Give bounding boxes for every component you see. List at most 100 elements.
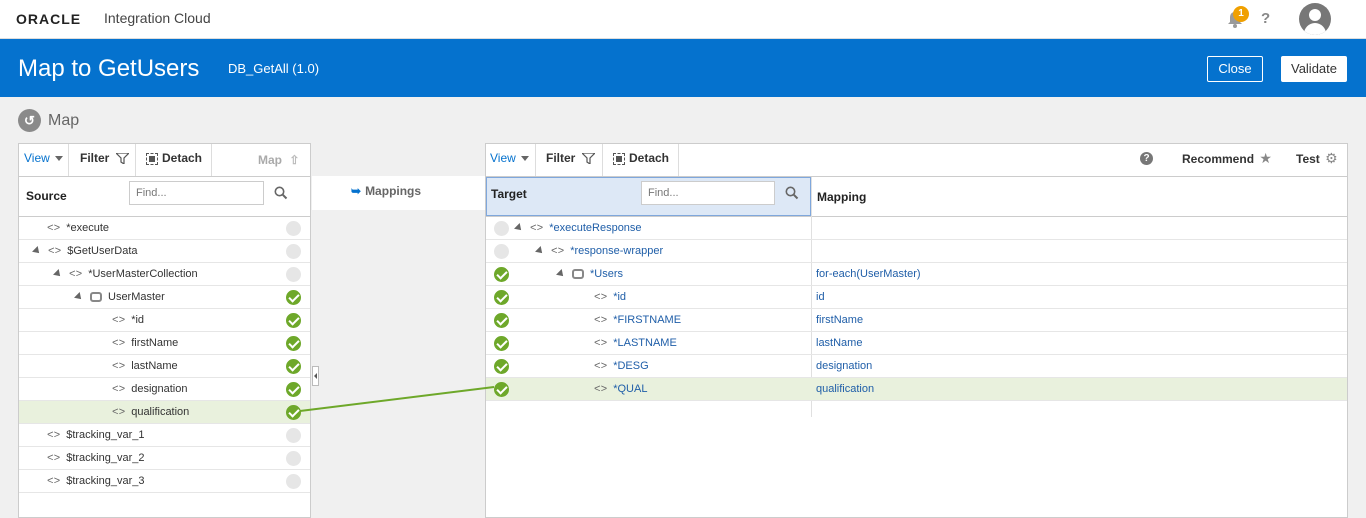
target-detach-button[interactable]: Detach (603, 144, 679, 176)
tree-row[interactable]: <> $tracking_var_1 (19, 424, 310, 447)
chevron-down-icon (54, 156, 63, 162)
tree-row[interactable]: <> $tracking_var_2 (19, 447, 310, 470)
expand-triangle-icon[interactable] (514, 223, 524, 234)
source-find-input[interactable]: Find... (129, 181, 264, 205)
mappings-icon: ➥ (351, 184, 362, 198)
source-detach-button[interactable]: Detach (136, 144, 212, 176)
source-view-menu[interactable]: View (19, 144, 69, 176)
mapping-expression[interactable]: designation (816, 360, 872, 372)
tree-row[interactable]: <> $GetUserData (19, 240, 310, 263)
tree-row[interactable]: <> designation (19, 378, 310, 401)
mapping-expression[interactable]: id (816, 291, 825, 303)
tree-node: <> designation (112, 383, 188, 396)
recommend-button[interactable]: Recommend ★ (1182, 144, 1272, 176)
source-filter-button[interactable]: Filter (69, 144, 136, 176)
help-circle-icon[interactable]: ? (1140, 152, 1153, 165)
expand-triangle-icon[interactable] (53, 269, 63, 280)
check-icon (286, 290, 301, 305)
source-panel: View Filter Detach Map ⇧ Source Find... … (18, 143, 311, 518)
mapping-expression[interactable]: qualification (816, 383, 874, 395)
tree-row[interactable]: <> *DESG designation (486, 355, 1347, 378)
status-indicator (286, 221, 301, 236)
page-title: Map to GetUsers (18, 55, 200, 82)
mapping-expression[interactable]: firstName (816, 314, 863, 326)
tree-row-selected[interactable]: <> *QUAL qualification (486, 378, 1347, 401)
tree-row-selected[interactable]: <> qualification (19, 401, 310, 424)
status-indicator (286, 267, 301, 282)
element-icon: <> (551, 246, 565, 258)
test-label: Test (1296, 152, 1320, 166)
status-indicator (286, 244, 301, 259)
view-label: View (490, 151, 516, 165)
close-button[interactable]: Close (1207, 56, 1263, 82)
tree-node: <> qualification (112, 406, 190, 419)
expand-triangle-icon[interactable] (32, 246, 42, 257)
tree-row[interactable]: *Users for-each(UserMaster) (486, 263, 1347, 286)
tree-row[interactable]: <> *executeResponse (486, 217, 1347, 240)
status-indicator (494, 244, 509, 259)
element-icon: <> (69, 269, 83, 281)
tree-row[interactable]: <> *UserMasterCollection (19, 263, 310, 286)
detach-label: Detach (162, 151, 203, 165)
tree-row[interactable]: <> *response-wrapper (486, 240, 1347, 263)
element-icon: <> (112, 384, 126, 396)
check-icon (286, 336, 301, 351)
element-icon: <> (47, 223, 61, 235)
element-icon: <> (594, 384, 608, 396)
detach-icon (146, 152, 158, 165)
check-icon (494, 290, 509, 305)
user-avatar[interactable] (1299, 3, 1331, 35)
status-indicator (286, 451, 301, 466)
tree-node: <> *execute (47, 222, 110, 235)
search-icon[interactable] (785, 186, 799, 200)
validate-button[interactable]: Validate (1281, 56, 1347, 82)
collapse-splitter[interactable] (312, 366, 319, 386)
filter-icon (581, 153, 595, 165)
mappings-label: ➥ Mappings (351, 184, 422, 198)
chevron-down-icon (520, 156, 529, 162)
tree-row[interactable]: UserMaster (19, 286, 310, 309)
mapping-column-title: Mapping (817, 190, 867, 204)
tree-row[interactable]: <> lastName (19, 355, 310, 378)
target-toolbar: View Filter Detach ? Recommend ★ Test ⚙ (486, 144, 1347, 177)
tree-node: <> $tracking_var_3 (47, 475, 145, 488)
mapping-expression[interactable]: for-each(UserMaster) (816, 268, 921, 280)
check-icon (286, 359, 301, 374)
element-icon: <> (530, 223, 544, 235)
tree-row[interactable]: <> *LASTNAME lastName (486, 332, 1347, 355)
element-icon: <> (47, 453, 61, 465)
tree-row[interactable]: <> *id id (486, 286, 1347, 309)
source-toolbar: View Filter Detach Map ⇧ (19, 144, 310, 177)
recommend-label: Recommend (1182, 152, 1255, 166)
tree-row[interactable]: <> *execute (19, 217, 310, 240)
source-header: Source Find... (19, 177, 310, 217)
view-label: View (24, 151, 50, 165)
tree-node: <> $tracking_var_2 (47, 452, 145, 465)
expand-triangle-icon[interactable] (535, 246, 545, 257)
check-icon (286, 382, 301, 397)
source-map-button[interactable]: Map ⇧ (258, 144, 310, 176)
tree-node: <> *id (112, 314, 145, 327)
expand-triangle-icon[interactable] (556, 269, 566, 280)
tree-row[interactable]: <> *id (19, 309, 310, 332)
help-icon[interactable]: ? (1261, 10, 1270, 27)
tree-node: <> *QUAL (594, 383, 648, 396)
tree-node: <> *id (594, 291, 627, 304)
mapping-expression[interactable]: lastName (816, 337, 862, 349)
target-find-input[interactable]: Find... (641, 181, 775, 205)
expand-triangle-icon[interactable] (74, 292, 84, 303)
target-view-menu[interactable]: View (486, 144, 536, 176)
filter-label: Filter (80, 151, 110, 165)
status-indicator (286, 474, 301, 489)
target-filter-button[interactable]: Filter (536, 144, 603, 176)
tree-row[interactable]: <> $tracking_var_3 (19, 470, 310, 493)
tree-row[interactable]: <> *FIRSTNAME firstName (486, 309, 1347, 332)
filter-label: Filter (546, 151, 576, 165)
search-icon[interactable] (274, 186, 288, 200)
filter-icon (115, 153, 129, 165)
check-icon (286, 405, 301, 420)
tree-node: <> *LASTNAME (594, 337, 677, 350)
check-icon (494, 336, 509, 351)
test-button[interactable]: Test ⚙ (1296, 144, 1346, 176)
tree-row[interactable]: <> firstName (19, 332, 310, 355)
